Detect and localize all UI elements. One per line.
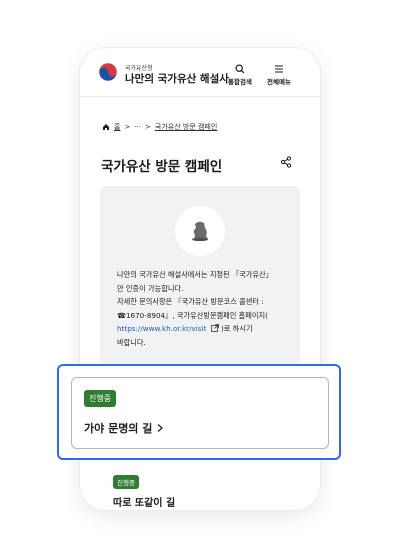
- info-line-link: https://www.kh.or.kr/visit )로 하시기: [117, 322, 283, 336]
- info-line: ☎1670-8904』, 국가유산방문캠페인 홈페이지(: [117, 310, 268, 320]
- emblem-circle: [175, 206, 225, 256]
- info-line: 나만의 국가유산 해설사에서는 지정된 「국가유산」: [117, 270, 273, 279]
- external-link-icon[interactable]: [210, 324, 219, 332]
- info-text: 나만의 국가유산 해설사에서는 지정된 「국가유산」 만 인증이 가능합니다. …: [117, 268, 283, 349]
- breadcrumb: 홈 > ··· > 국가유산 방문 캠페인: [102, 122, 217, 132]
- info-line: 자세한 문의사항은 『국가유산 방문코스 콜센터 :: [117, 297, 264, 306]
- page-title: 국가유산 방문 캠페인: [101, 159, 223, 175]
- campaign-title-text: 가야 문명의 길: [84, 422, 153, 435]
- home-icon[interactable]: [102, 123, 110, 131]
- chevron-right-icon: [157, 424, 164, 432]
- search-button[interactable]: 통합검색: [228, 64, 252, 86]
- next-campaign-clip: 진행중 따로 또같이 길: [80, 466, 320, 510]
- breadcrumb-separator: >: [124, 123, 131, 131]
- breadcrumb-home[interactable]: 홈: [114, 122, 120, 132]
- campaign-card[interactable]: 진행중 가야 문명의 길: [71, 377, 329, 449]
- search-icon: [235, 64, 245, 74]
- site-name[interactable]: 나만의 국가유산 해설사: [125, 71, 229, 86]
- info-line: 만 인증이 가능합니다.: [117, 283, 184, 293]
- info-line: )로 하시기: [220, 324, 253, 333]
- campaign-title[interactable]: 가야 문명의 길: [84, 420, 164, 436]
- breadcrumb-current[interactable]: 국가유산 방문 캠페인: [155, 122, 217, 132]
- search-label: 통합검색: [228, 78, 252, 86]
- menu-label: 전체메뉴: [267, 78, 291, 86]
- site-header: 국가유산청 나만의 국가유산 해설사 통합검색 전체메뉴: [80, 48, 320, 97]
- taegeuk-logo-icon[interactable]: [98, 62, 118, 82]
- breadcrumb-ellipsis[interactable]: ···: [134, 123, 141, 131]
- status-badge: 진행중: [84, 390, 117, 407]
- status-badge: 진행중: [113, 475, 139, 489]
- homepage-link[interactable]: https://www.kh.or.kr/visit: [117, 324, 206, 333]
- info-line: 바랍니다.: [117, 337, 146, 347]
- campaign-title[interactable]: 따로 또같이 길: [113, 494, 175, 509]
- breadcrumb-separator: >: [145, 123, 151, 131]
- heritage-statue-icon: [192, 221, 208, 242]
- share-icon[interactable]: [280, 156, 292, 168]
- hamburger-menu-icon: [274, 65, 283, 73]
- menu-button[interactable]: 전체메뉴: [267, 64, 291, 86]
